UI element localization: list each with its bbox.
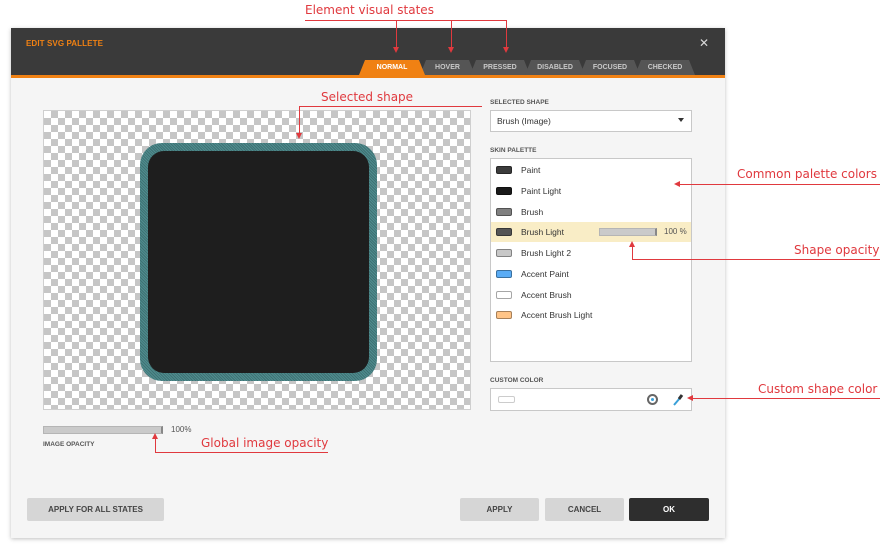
annotation-arrow <box>152 433 158 439</box>
edit-svg-palette-dialog: EDIT SVG PALLETE ✕ NORMAL HOVER PRESSED … <box>11 28 725 538</box>
skin-palette-list: Paint Paint Light Brush Brush Light 100 … <box>490 158 692 362</box>
tab-normal[interactable]: NORMAL <box>359 60 425 75</box>
selected-shape-outline[interactable] <box>140 143 377 381</box>
palette-item-label: Paint Light <box>521 186 562 196</box>
custom-color-swatch <box>498 396 515 403</box>
eyedropper-icon[interactable] <box>672 393 684 407</box>
image-opacity-slider[interactable] <box>43 426 163 434</box>
annotation-line <box>299 106 300 134</box>
state-tabs: NORMAL HOVER PRESSED DISABLED FOCUSED CH… <box>359 60 690 75</box>
annotation-arrow <box>296 133 302 139</box>
annotation-shape-opacity: Shape opacity <box>794 243 880 257</box>
annotation-arrow <box>448 47 454 53</box>
skin-palette-label: SKIN PALETTE <box>490 147 537 154</box>
annotation-line <box>299 106 482 107</box>
color-swatch <box>496 270 512 278</box>
annotation-line <box>155 452 328 453</box>
tab-disabled[interactable]: DISABLED <box>525 60 585 75</box>
image-opacity-value: 100% <box>171 425 192 434</box>
annotation-line <box>305 20 507 21</box>
palette-item-label: Accent Paint <box>521 269 569 279</box>
palette-item-label: Accent Brush Light <box>521 310 593 320</box>
palette-item[interactable]: Accent Paint <box>491 264 691 284</box>
palette-item[interactable]: Accent Brush <box>491 285 691 305</box>
color-swatch <box>496 228 512 236</box>
annotation-line <box>506 20 507 48</box>
palette-item[interactable]: Brush <box>491 202 691 222</box>
color-swatch <box>496 311 512 319</box>
dialog-title: EDIT SVG PALLETE <box>26 39 104 48</box>
color-swatch <box>496 166 512 174</box>
palette-item[interactable]: Brush Light 2 <box>491 243 691 263</box>
chevron-down-icon <box>678 118 684 122</box>
annotation-arrow <box>393 47 399 53</box>
annotation-arrow <box>629 241 635 247</box>
custom-color-label: CUSTOM COLOR <box>490 377 544 384</box>
annotation-custom-color: Custom shape color <box>758 382 878 396</box>
annotation-arrow <box>674 181 680 187</box>
apply-button[interactable]: APPLY <box>460 498 539 521</box>
tab-hover[interactable]: HOVER <box>420 60 475 75</box>
palette-item-label: Brush Light <box>521 227 564 237</box>
annotation-arrow <box>503 47 509 53</box>
palette-item-label: Paint <box>521 165 541 175</box>
palette-item-selected[interactable]: Brush Light 100 % <box>491 222 691 242</box>
annotation-line <box>632 259 880 260</box>
palette-item[interactable]: Paint Light <box>491 181 691 201</box>
shape-opacity-slider[interactable] <box>599 228 657 236</box>
ok-button[interactable]: OK <box>629 498 709 521</box>
tab-focused[interactable]: FOCUSED <box>580 60 640 75</box>
color-swatch <box>496 291 512 299</box>
annotation-common-palette: Common palette colors <box>737 167 877 181</box>
color-swatch <box>496 187 512 195</box>
close-icon[interactable]: ✕ <box>699 37 709 49</box>
annotation-line <box>680 184 880 185</box>
image-opacity-label: IMAGE OPACITY <box>43 441 95 448</box>
annotation-arrow <box>687 395 693 401</box>
color-swatch <box>496 249 512 257</box>
annotation-selected-shape: Selected shape <box>321 90 414 104</box>
palette-item-label: Brush <box>521 207 544 217</box>
palette-item-label: Brush Light 2 <box>521 248 572 258</box>
annotation-line <box>692 398 880 399</box>
custom-color-field[interactable] <box>490 388 692 411</box>
shape-body[interactable] <box>148 151 369 373</box>
palette-item[interactable]: Accent Brush Light <box>491 305 691 325</box>
color-swatch <box>496 208 512 216</box>
reset-color-icon[interactable] <box>647 394 658 405</box>
selected-shape-value: Brush (Image) <box>497 116 551 126</box>
tab-pressed[interactable]: PRESSED <box>470 60 530 75</box>
title-bar: EDIT SVG PALLETE ✕ NORMAL HOVER PRESSED … <box>11 28 725 78</box>
selected-shape-label: SELECTED SHAPE <box>490 99 549 106</box>
selected-shape-dropdown[interactable]: Brush (Image) <box>490 110 692 132</box>
annotation-line <box>155 438 156 452</box>
cancel-button[interactable]: CANCEL <box>545 498 624 521</box>
palette-item-label: Accent Brush <box>521 290 572 300</box>
annotation-line <box>396 20 397 48</box>
shape-opacity-value: 100 % <box>664 227 687 236</box>
tab-checked[interactable]: CHECKED <box>635 60 695 75</box>
annotation-global-opacity: Global image opacity <box>201 436 329 450</box>
apply-for-all-states-button[interactable]: APPLY FOR ALL STATES <box>27 498 164 521</box>
annotation-line <box>451 20 452 48</box>
image-preview <box>43 110 471 410</box>
palette-item[interactable]: Paint <box>491 160 691 180</box>
annotation-visual-states: Element visual states <box>305 3 434 17</box>
annotation-line <box>632 246 633 260</box>
